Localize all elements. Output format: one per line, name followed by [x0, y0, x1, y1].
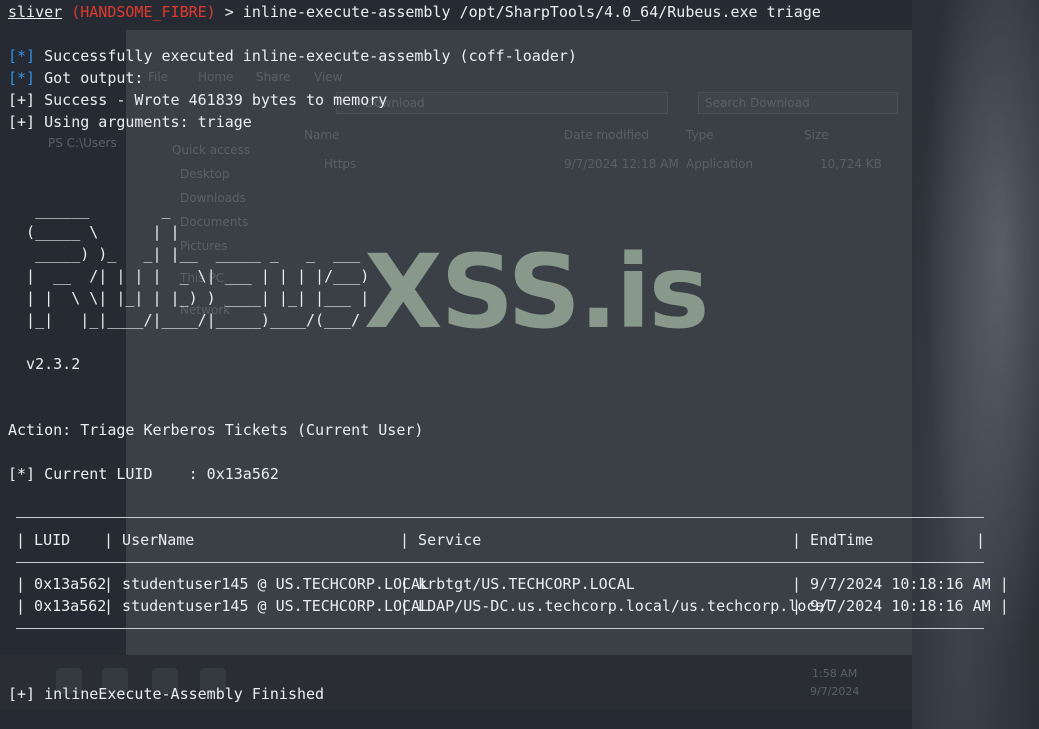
menu-share[interactable]: Share [256, 70, 291, 84]
col-size[interactable]: Size [804, 128, 829, 142]
desktop-wallpaper [912, 0, 1039, 729]
version-text: v2.3.2 [8, 355, 81, 373]
prompt-session: (HANDSOME_FIBRE) [71, 3, 216, 21]
menu-view[interactable]: View [314, 70, 342, 84]
header-service: | Service [400, 531, 482, 549]
col-name[interactable]: Name [304, 128, 339, 142]
output-line: [*] Got output: [8, 68, 143, 88]
info-tag: [*] [8, 47, 36, 65]
output-line: [*] Successfully executed inline-execute… [8, 46, 577, 66]
nav-downloads[interactable]: Downloads [180, 191, 246, 205]
table-border-bottom [16, 628, 984, 629]
nav-documents[interactable]: Documents [180, 215, 248, 229]
header-end-border: | [976, 531, 986, 549]
header-endtime: | EndTime [792, 531, 874, 549]
header-luid: | LUID [16, 531, 71, 549]
output-text: Successfully executed inline-execute-ass… [35, 47, 577, 65]
file-type: Application [686, 157, 754, 171]
prompt-app: sliver [8, 3, 63, 21]
file-date: 9/7/2024 12:18 AM [564, 157, 679, 171]
table-border-mid [16, 562, 984, 563]
nav-desktop[interactable]: Desktop [180, 167, 230, 181]
command-prompt[interactable]: sliver (HANDSOME_FIBRE) > inline-execute… [8, 2, 821, 22]
cell-luid: | 0x13a562 [16, 597, 107, 615]
nav-quick-access[interactable]: Quick access [172, 143, 250, 157]
ps-prompt: PS C:\Users [48, 136, 117, 150]
file-name[interactable]: Https [324, 157, 356, 171]
cell-service: | krbtgt/US.TECHCORP.LOCAL [400, 575, 635, 593]
prompt-command: > inline-execute-assembly /opt/SharpTool… [224, 3, 821, 21]
col-type[interactable]: Type [686, 128, 714, 142]
banner-line: ______ _ [8, 201, 171, 219]
clock-time: 1:58 AM [812, 667, 858, 680]
cell-endtime: | 9/7/2024 10:18:16 AM | [792, 597, 1009, 615]
search-box[interactable]: Search Download [698, 92, 898, 114]
output-text: Success - Wrote 461839 bytes to memory [35, 91, 388, 109]
banner-line: (_____ \ | | [8, 223, 180, 241]
menu-home[interactable]: Home [198, 70, 233, 84]
cell-username: | studentuser145 @ US.TECHCORP.LOCAL [104, 597, 430, 615]
current-luid-text: [*] Current LUID : 0x13a562 [8, 465, 279, 483]
watermark-logo: XSS.is [364, 233, 709, 352]
menu-file[interactable]: File [148, 70, 168, 84]
banner-line: |_| |_|____/|____/|_____)____/(___/ [8, 311, 361, 329]
output-line: [+] Using arguments: triage [8, 112, 252, 132]
info-tag: [*] [8, 69, 36, 87]
banner-line: | __ /| | | | _ \| ___ | | | |/___) [8, 267, 370, 285]
header-username: | UserName [104, 531, 195, 549]
output-text: Got output: [35, 69, 144, 87]
output-line: [+] Success - Wrote 461839 bytes to memo… [8, 90, 387, 110]
col-date[interactable]: Date modified [564, 128, 649, 142]
banner-line: _____) )_ _| |__ _____ _ _ ___ [8, 245, 361, 263]
banner-line: | | \ \| |_| | |_) ) ____| |_| |___ | [8, 289, 370, 307]
success-tag: [+] [8, 91, 36, 109]
success-tag: [+] [8, 113, 36, 131]
cell-username: | studentuser145 @ US.TECHCORP.LOCAL [104, 575, 430, 593]
clock-date: 9/7/2024 [810, 685, 860, 698]
cell-endtime: | 9/7/2024 10:18:16 AM | [792, 575, 1009, 593]
cell-luid: | 0x13a562 [16, 575, 107, 593]
cell-service: | LDAP/US-DC.us.techcorp.local/us.techco… [400, 597, 834, 615]
file-size: 10,724 KB [820, 157, 882, 171]
finished-text: [+] inlineExecute-Assembly Finished [8, 685, 325, 703]
search-placeholder: Search Download [705, 96, 810, 110]
output-text: Using arguments: triage [35, 113, 252, 131]
action-text: Action: Triage Kerberos Tickets (Current… [8, 421, 424, 439]
table-border-top [16, 517, 984, 518]
